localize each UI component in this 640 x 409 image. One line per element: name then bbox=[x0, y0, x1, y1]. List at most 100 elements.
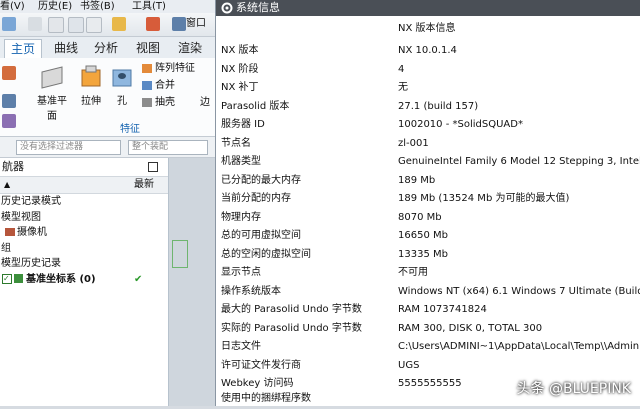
up-to-date-check-icon: ✔ bbox=[134, 273, 143, 285]
datum-plane-icon bbox=[41, 66, 63, 89]
info-key: 节点名 bbox=[221, 137, 251, 149]
info-row: 节点名 zl-001 bbox=[216, 135, 640, 154]
tree-item-model-history[interactable]: 模型历史记录 bbox=[0, 256, 168, 272]
pattern-feature-icon bbox=[142, 63, 152, 73]
datum-plane-button[interactable]: 基准平面 bbox=[34, 64, 70, 122]
window-menu-label[interactable]: 窗口 bbox=[186, 17, 206, 31]
dialog-title: 系统信息 bbox=[236, 1, 280, 14]
repeat-command-icon[interactable] bbox=[112, 17, 126, 31]
tree-item-label: 历史记录模式 bbox=[1, 196, 61, 207]
undo-icon[interactable] bbox=[28, 17, 42, 31]
info-key: 服务器 ID bbox=[221, 119, 265, 130]
type-filter-select[interactable]: 没有选择过滤器 bbox=[16, 140, 121, 155]
shell-button[interactable]: 抽壳 bbox=[142, 96, 175, 110]
touch-mode-icon[interactable] bbox=[146, 17, 160, 31]
cut-icon[interactable] bbox=[48, 17, 64, 33]
tree-item-groups[interactable]: 组 bbox=[0, 241, 168, 257]
feature-group-label: 特征 bbox=[120, 124, 140, 135]
info-row: 总的空闲的虚拟空间 13335 Mb bbox=[216, 246, 640, 265]
info-row: 服务器 ID 1002010 - *SolidSQUAD* bbox=[216, 116, 640, 135]
info-row: NX 阶段 4 bbox=[216, 61, 640, 80]
navigator-column-header: ▲ 最新 bbox=[0, 177, 168, 194]
window-icon[interactable] bbox=[172, 17, 186, 31]
info-header-row: NX 版本信息 bbox=[216, 20, 640, 39]
tree-item-label: 模型视图 bbox=[1, 211, 41, 223]
tree-item-history-mode[interactable]: 历史记录模式 bbox=[0, 194, 168, 210]
pattern-feature-button[interactable]: 阵列特征 bbox=[142, 62, 195, 76]
edge-blend-label: 边 bbox=[200, 97, 210, 108]
info-key: NX 阶段 bbox=[221, 63, 259, 75]
info-row: 最大的 Parasolid Undo 字节数 RAM 1073741824 bbox=[216, 301, 640, 320]
info-value: 4 bbox=[398, 63, 405, 75]
info-value: 189 Mb bbox=[398, 174, 436, 186]
tab-curve[interactable]: 曲线 bbox=[48, 39, 84, 58]
tree-item-label: 模型历史记录 bbox=[1, 258, 61, 270]
redo-icon[interactable] bbox=[2, 17, 16, 31]
shape-tool-icon[interactable] bbox=[2, 114, 16, 128]
info-row: 许可证文件发行商 UGS bbox=[216, 357, 640, 376]
unite-label: 合并 bbox=[155, 80, 175, 91]
camera-icon bbox=[5, 228, 15, 237]
info-key: 总的空闲的虚拟空间 bbox=[221, 248, 311, 260]
navigator-title: 航器 bbox=[2, 160, 24, 173]
info-row: 日志文件 C:\Users\ADMINI~1\AppData\Local\Temp… bbox=[216, 338, 640, 357]
info-row: NX 补丁 无 bbox=[216, 79, 640, 98]
info-value: 8070 Mb bbox=[398, 211, 442, 223]
extrude-label: 拉伸 bbox=[81, 96, 101, 107]
info-key: Parasolid 版本 bbox=[221, 100, 290, 112]
info-value: 16650 Mb bbox=[398, 230, 448, 241]
info-key: 操作系统版本 bbox=[221, 285, 281, 297]
info-value: zl-001 bbox=[398, 137, 429, 149]
extrude-icon bbox=[81, 65, 101, 87]
paste-icon[interactable] bbox=[86, 17, 102, 33]
tree-item-label: 基准坐标系 (0) bbox=[26, 273, 96, 285]
info-row: 机器类型 GenuineIntel Family 6 Model 12 Stepp… bbox=[216, 153, 640, 172]
hole-button[interactable]: 孔 bbox=[110, 64, 134, 107]
graphics-window[interactable] bbox=[169, 158, 215, 406]
info-value: 189 Mb (13524 Mb 为可能的最大值) bbox=[398, 193, 570, 204]
menu-history[interactable]: 历史(E) bbox=[38, 0, 72, 13]
column-latest[interactable]: 最新 bbox=[134, 177, 154, 193]
info-row: 显示节点 不可用 bbox=[216, 264, 640, 283]
tab-view[interactable]: 视图 bbox=[130, 39, 166, 58]
info-value: 1002010 - *SolidSQUAD* bbox=[398, 119, 523, 130]
info-row: NX 版本 NX 10.0.1.4 bbox=[216, 42, 640, 61]
tab-analysis[interactable]: 分析 bbox=[88, 39, 124, 58]
info-row: 物理内存 8070 Mb bbox=[216, 209, 640, 228]
sort-arrow-icon[interactable]: ▲ bbox=[4, 177, 10, 193]
hole-icon bbox=[112, 69, 132, 87]
part-navigator: 航器 ▲ 最新 历史记录模式 模型视图 摄像机 组 模型历史记录 ✓ 基准坐标系 … bbox=[0, 158, 169, 406]
menu-view[interactable]: 看(V) bbox=[0, 0, 25, 13]
info-key: 总的可用虚拟空间 bbox=[221, 230, 301, 241]
info-value: C:\Users\ADMINI~1\AppData\Local\Temp\\Ad… bbox=[398, 341, 640, 352]
tree-item-model-views[interactable]: 模型视图 bbox=[0, 210, 168, 226]
info-value: RAM 1073741824 bbox=[398, 304, 487, 315]
info-value: Windows NT (x64) 6.1 Windows 7 Ultimate … bbox=[398, 285, 640, 297]
maximize-icon[interactable] bbox=[148, 162, 158, 172]
visibility-checkbox[interactable]: ✓ bbox=[2, 273, 12, 284]
info-key: NX 版本 bbox=[221, 45, 259, 56]
tree-item-datum-csys[interactable]: ✓ 基准坐标系 (0) ✔ bbox=[0, 272, 168, 288]
info-value: GenuineIntel Family 6 Model 12 Stepping … bbox=[398, 156, 640, 167]
info-value: 不可用 bbox=[398, 267, 428, 278]
tab-home[interactable]: 主页 bbox=[4, 39, 43, 59]
edge-blend-button[interactable]: 边 bbox=[200, 96, 210, 110]
tab-render[interactable]: 渲染 bbox=[172, 39, 208, 58]
menu-tools[interactable]: 工具(T) bbox=[132, 0, 166, 13]
info-value: NX 10.0.1.4 bbox=[398, 45, 457, 56]
tree-item-cameras[interactable]: 摄像机 bbox=[0, 225, 168, 241]
extrude-button[interactable]: 拉伸 bbox=[76, 64, 106, 107]
copy-icon[interactable] bbox=[68, 17, 84, 33]
info-row: 操作系统版本 Windows NT (x64) 6.1 Windows 7 Ult… bbox=[216, 283, 640, 302]
info-row: 实际的 Parasolid Undo 字节数 RAM 300, DISK 0, T… bbox=[216, 320, 640, 339]
menu-bookmarks[interactable]: 书签(B) bbox=[80, 0, 115, 13]
dialog-title-bar[interactable]: 系统信息 bbox=[216, 0, 640, 16]
unite-button[interactable]: 合并 bbox=[142, 79, 175, 93]
tree-item-label: 摄像机 bbox=[17, 227, 47, 239]
selection-scope-select[interactable]: 整个装配 bbox=[128, 140, 208, 155]
tree-item-label: 组 bbox=[1, 242, 11, 254]
sketch-tool-icon[interactable] bbox=[2, 94, 16, 108]
info-key: 显示节点 bbox=[221, 267, 261, 278]
sketch-icon[interactable] bbox=[2, 66, 16, 80]
shell-icon bbox=[142, 97, 152, 107]
